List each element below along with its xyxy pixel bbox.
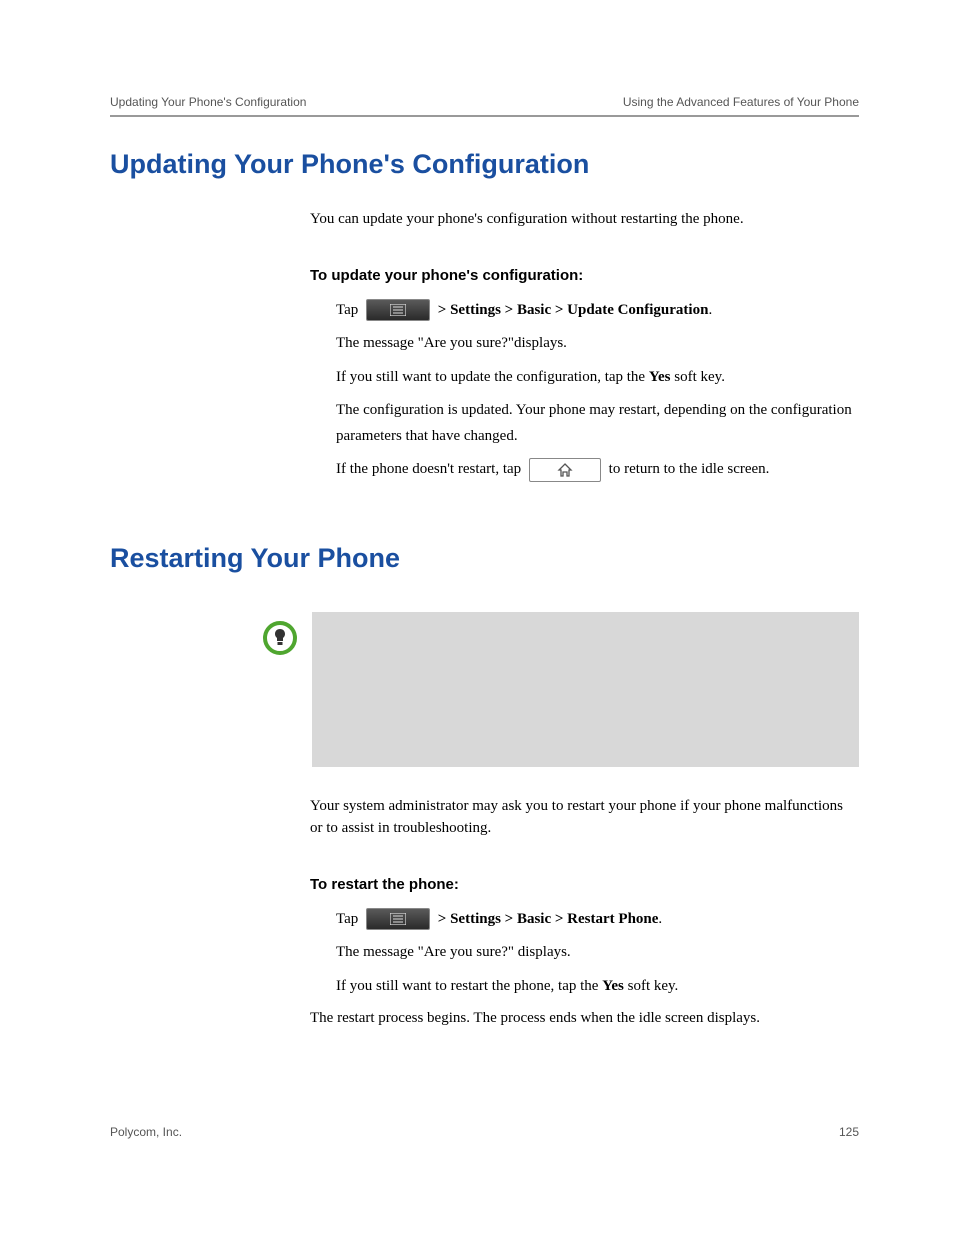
- step-tap-yes: If you still want to update the configur…: [336, 365, 859, 391]
- footer-page-number: 125: [839, 1125, 859, 1139]
- restart-intro: Your system administrator may ask you to…: [310, 795, 859, 840]
- power-tip-icon: [262, 620, 298, 656]
- restart-step-process: The restart process begins. The process …: [310, 1007, 859, 1030]
- header-left: Updating Your Phone's Configuration: [110, 95, 306, 109]
- page-footer: Polycom, Inc. 125: [110, 1125, 859, 1139]
- step-config-updated: The configuration is updated. Your phone…: [336, 398, 859, 449]
- header-right: Using the Advanced Features of Your Phon…: [623, 95, 859, 109]
- section-title-updating: Updating Your Phone's Configuration: [110, 149, 859, 180]
- step-message-display: The message "Are you sure?"displays.: [336, 331, 859, 357]
- menu-button-icon: [366, 908, 430, 930]
- restart-step-tap-menu: Tap > Settings > Basic > Restart Phone.: [336, 907, 859, 933]
- intro-text: You can update your phone's configuratio…: [310, 208, 859, 231]
- restart-step-yes: If you still want to restart the phone, …: [336, 974, 859, 1000]
- menu-button-icon: [366, 299, 430, 321]
- home-button-icon: [529, 458, 601, 482]
- procedure-heading-restart: To restart the phone:: [310, 876, 859, 893]
- callout-row: [250, 612, 859, 767]
- page-header: Updating Your Phone's Configuration Usin…: [110, 95, 859, 117]
- step-tap-menu: Tap > Settings > Basic > Update Configur…: [336, 298, 859, 324]
- procedure-heading-update: To update your phone's configuration:: [310, 267, 859, 284]
- restart-step-message: The message "Are you sure?" displays.: [336, 940, 859, 966]
- section-title-restarting: Restarting Your Phone: [110, 543, 859, 574]
- step-return-idle: If the phone doesn't restart, tap to ret…: [336, 457, 859, 483]
- footer-company: Polycom, Inc.: [110, 1125, 182, 1139]
- callout-box: [312, 612, 859, 767]
